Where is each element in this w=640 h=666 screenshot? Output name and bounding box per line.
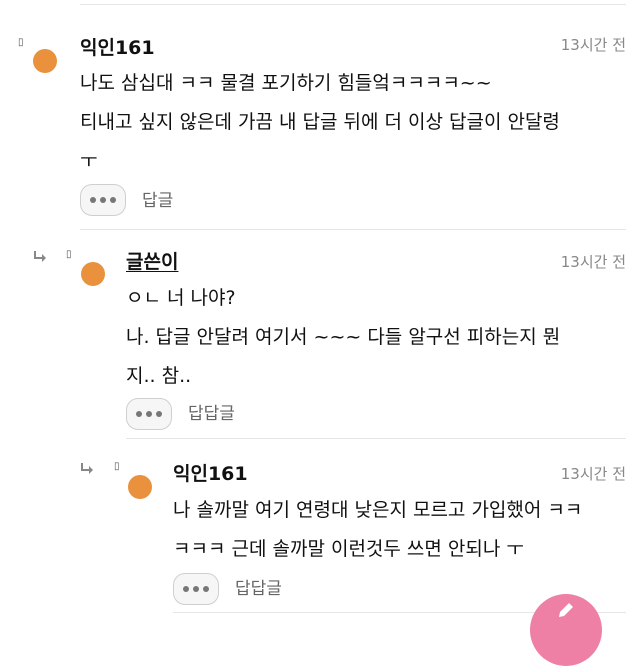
more-dot-icon [90, 197, 96, 203]
comment-marker-icon: ▯ [114, 461, 120, 472]
more-dot-icon [146, 411, 152, 417]
more-dot-icon [193, 586, 199, 592]
comment-author[interactable]: 글쓴이 [126, 251, 178, 273]
more-dot-icon [110, 197, 116, 203]
comment-divider [126, 438, 626, 439]
avatar[interactable] [128, 475, 152, 499]
more-options-button[interactable] [80, 184, 126, 216]
more-dot-icon [100, 197, 106, 203]
comment-time: 13시간 전 [560, 36, 626, 54]
more-dot-icon [183, 586, 189, 592]
write-comment-fab[interactable] [530, 594, 602, 666]
reply-button[interactable]: 답답글 [188, 404, 235, 424]
comment-time: 13시간 전 [560, 253, 626, 271]
comment-author[interactable]: 익인161 [173, 463, 248, 485]
comment-author[interactable]: 익인161 [80, 37, 155, 59]
comment-divider [80, 229, 626, 230]
comment-text: 나도 삼십대 ㅋㅋ 물결 포기하기 힘들엌ㅋㅋㅋㅋ~~ 티내고 싶지 않은데 가… [80, 72, 560, 172]
comment-marker-icon: ▯ [66, 249, 72, 260]
reply-arrow-icon [81, 463, 93, 474]
reply-button[interactable]: 답글 [142, 191, 173, 211]
comment-text: 나 솔까말 여기 연령대 낮은지 모르고 가입했어 ㅋㅋ ㅋㅋㅋ 근데 솔까말 … [173, 499, 583, 560]
more-dot-icon [156, 411, 162, 417]
more-options-button[interactable] [173, 573, 219, 605]
avatar[interactable] [33, 49, 57, 73]
comment-time: 13시간 전 [560, 465, 626, 483]
top-divider [80, 4, 626, 5]
reply-arrow-icon [34, 251, 46, 262]
avatar[interactable] [81, 262, 105, 286]
comment-text: ㅇㄴ 너 나야? 나. 답글 안달려 여기서 ~~~ 다들 알구선 피하는지 뭔… [126, 287, 561, 387]
reply-button[interactable]: 답답글 [235, 579, 282, 599]
more-dot-icon [203, 586, 209, 592]
more-options-button[interactable] [126, 398, 172, 430]
comment-marker-icon: ▯ [18, 37, 24, 48]
more-dot-icon [136, 411, 142, 417]
pencil-icon [559, 603, 573, 617]
